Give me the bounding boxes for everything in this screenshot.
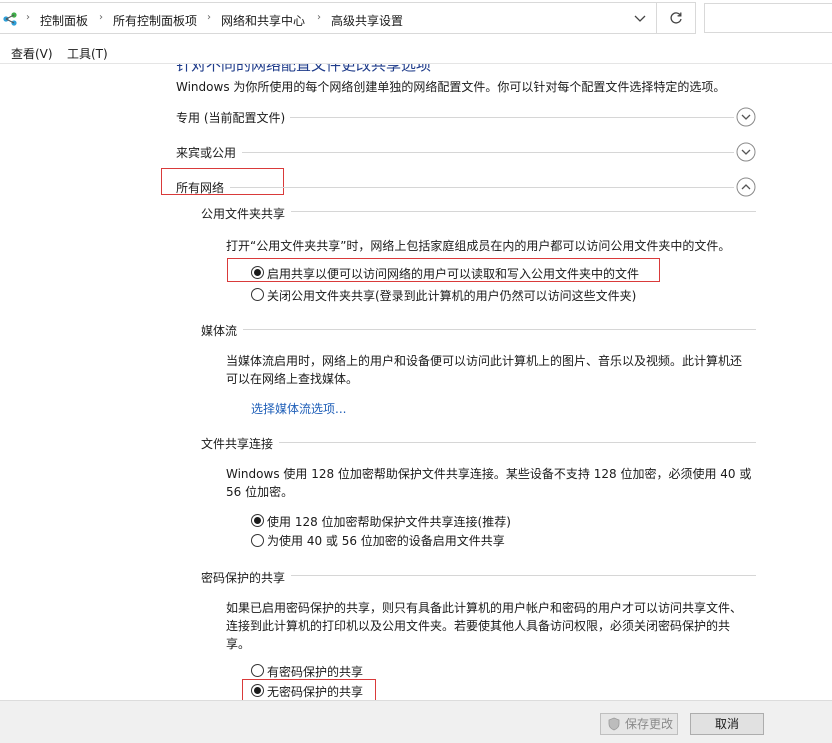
- public-folder-desc: 打开“公用文件夹共享”时，网络上包括家庭组成员在内的用户都可以访问公用文件夹中的…: [226, 239, 731, 253]
- profile-private-label[interactable]: 专用 (当前配置文件): [176, 109, 285, 126]
- divider: [242, 152, 734, 153]
- divider: [243, 329, 756, 330]
- refresh-icon: [670, 12, 682, 24]
- breadcrumb-all-items[interactable]: 所有控制面板项: [113, 12, 197, 29]
- divider: [279, 442, 756, 443]
- password-heading: 密码保护的共享: [201, 571, 286, 585]
- file-sharing-heading: 文件共享连接: [201, 437, 274, 451]
- media-heading: 媒体流: [201, 324, 238, 338]
- breadcrumb-advanced-sharing[interactable]: 高级共享设置: [331, 12, 403, 29]
- profile-all-label[interactable]: 所有网络: [176, 179, 224, 196]
- public-folder-off-radio[interactable]: [251, 288, 264, 301]
- breadcrumb-separator-icon: ›: [317, 12, 321, 23]
- page-title: 针对不同的网络配置文件更改共享选项: [176, 64, 432, 74]
- divider: [230, 187, 734, 188]
- menu-bar: 查看(V) 工具(T): [0, 37, 832, 64]
- intro-text: Windows 为你所使用的每个网络创建单独的网络配置文件。你可以针对每个配置文…: [176, 80, 726, 94]
- cancel-button[interactable]: 取消: [690, 713, 764, 735]
- chevron-down-icon[interactable]: [736, 107, 756, 127]
- password-off-label[interactable]: 无密码保护的共享: [267, 683, 363, 700]
- address-bar[interactable]: › 控制面板 › 所有控制面板项 › 网络和共享中心 › 高级共享设置: [0, 2, 696, 34]
- password-on-label[interactable]: 有密码保护的共享: [267, 663, 363, 680]
- breadcrumb-separator-icon: ›: [26, 12, 30, 23]
- refresh-button[interactable]: [656, 2, 694, 34]
- breadcrumb-network-center[interactable]: 网络和共享中心: [221, 12, 305, 29]
- password-on-radio[interactable]: [251, 664, 264, 677]
- breadcrumb-control-panel[interactable]: 控制面板: [40, 12, 88, 29]
- password-desc: 如果已启用密码保护的共享，则只有具备此计算机的用户帐户和密码的用户才可以访问共享…: [226, 601, 743, 651]
- divider: [291, 575, 756, 576]
- address-bar-region: › 控制面板 › 所有控制面板项 › 网络和共享中心 › 高级共享设置: [0, 0, 832, 37]
- footer-bar: 保存更改 取消: [0, 700, 832, 743]
- divider: [290, 117, 734, 118]
- public-folder-on-label[interactable]: 启用共享以便可以访问网络的用户可以读取和写入公用文件夹中的文件: [267, 265, 639, 282]
- public-folder-off-label[interactable]: 关闭公用文件夹共享(登录到此计算机的用户仍然可以访问这些文件夹): [267, 287, 636, 304]
- network-icon: [3, 12, 17, 26]
- media-options-link[interactable]: 选择媒体流选项...: [251, 400, 346, 417]
- password-off-radio[interactable]: [251, 684, 264, 697]
- encryption-40-56-radio[interactable]: [251, 534, 264, 547]
- public-folder-heading: 公用文件夹共享: [201, 207, 286, 221]
- shield-icon: [608, 717, 620, 731]
- chevron-up-icon[interactable]: [736, 177, 756, 197]
- divider: [291, 211, 756, 212]
- save-button-label: 保存更改: [625, 717, 674, 731]
- breadcrumb-separator-icon: ›: [99, 12, 103, 23]
- chevron-down-icon[interactable]: [736, 142, 756, 162]
- profile-guest-label[interactable]: 来宾或公用: [176, 144, 236, 161]
- encryption-40-56-label[interactable]: 为使用 40 或 56 位加密的设备启用文件共享: [267, 532, 505, 549]
- encryption-128-radio[interactable]: [251, 514, 264, 527]
- media-desc: 当媒体流启用时，网络上的用户和设备便可以访问此计算机上的图片、音乐以及视频。此计…: [226, 354, 743, 386]
- breadcrumb-separator-icon: ›: [207, 12, 211, 23]
- settings-content: 针对不同的网络配置文件更改共享选项 Windows 为你所使用的每个网络创建单独…: [0, 64, 832, 700]
- menu-view[interactable]: 查看(V): [11, 45, 53, 62]
- chevron-down-icon[interactable]: [632, 12, 648, 26]
- save-button[interactable]: 保存更改: [600, 713, 678, 735]
- menu-tools[interactable]: 工具(T): [67, 45, 108, 62]
- public-folder-on-radio[interactable]: [251, 266, 264, 279]
- encryption-128-label[interactable]: 使用 128 位加密帮助保护文件共享连接(推荐): [267, 513, 511, 530]
- search-input[interactable]: [704, 3, 832, 33]
- file-sharing-desc: Windows 使用 128 位加密帮助保护文件共享连接。某些设备不支持 128…: [226, 467, 752, 499]
